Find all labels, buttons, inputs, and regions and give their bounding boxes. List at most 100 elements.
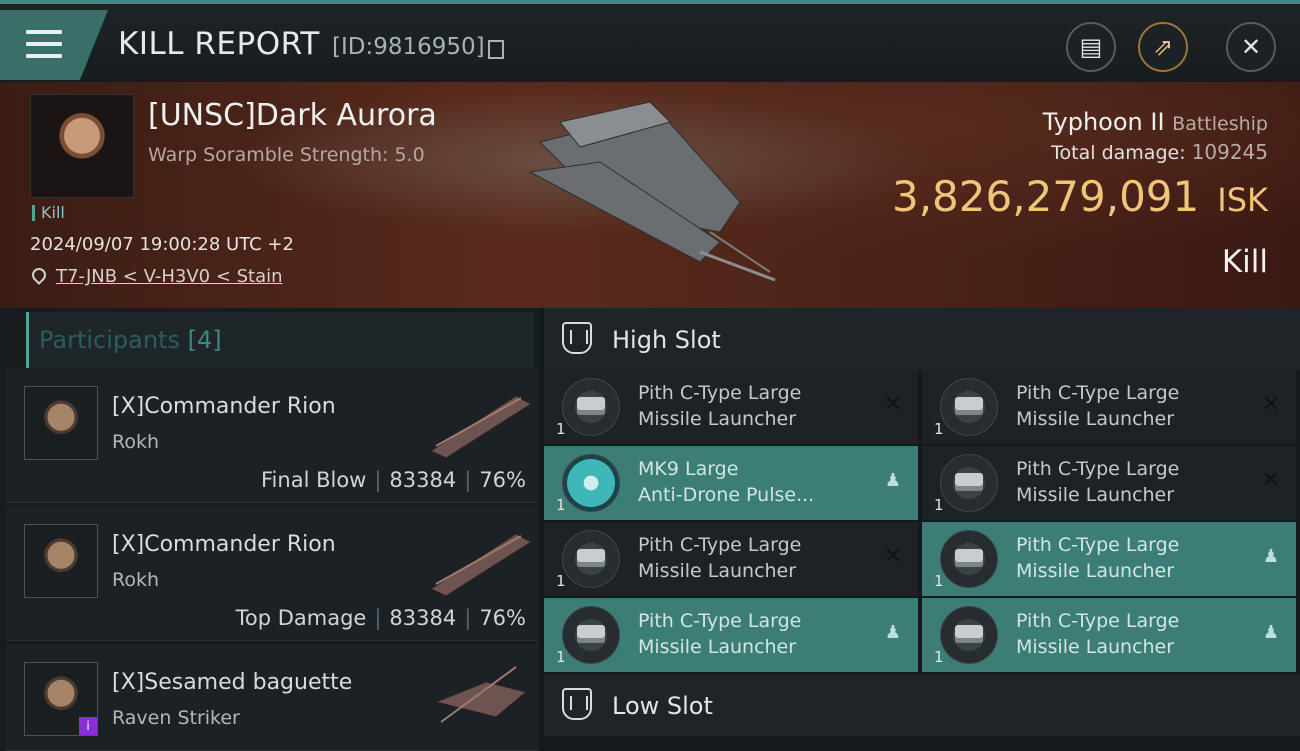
- high-slot-icon: [562, 322, 592, 354]
- avatar: i: [24, 662, 98, 736]
- participant-stats: Top Damage | 83384 | 76%: [236, 606, 526, 630]
- module-item[interactable]: 1 Pith C-Type Large Missile Launcher ♟: [544, 598, 918, 674]
- module-quantity: 1: [934, 648, 944, 666]
- participants-panel: Participants [4] [X]Commander Rion Rokh …: [0, 308, 540, 751]
- isk-value: 3,826,279,091 ISK: [892, 172, 1268, 221]
- kill-datetime: 2024/09/07 19:00:28 UTC +2: [30, 234, 294, 255]
- participants-label: Participants: [39, 326, 180, 354]
- module-item[interactable]: 1 Pith C-Type Large Missile Launcher ✕: [922, 370, 1296, 446]
- result-label: Kill: [1221, 244, 1268, 280]
- participant-row[interactable]: i [X]Sesamed baguette Raven Striker: [6, 644, 538, 751]
- module-name: Pith C-Type Large Missile Launcher: [1016, 610, 1180, 658]
- info-badge-icon: i: [79, 717, 97, 735]
- stat-divider: |: [374, 468, 382, 492]
- total-damage-value: 109245: [1191, 140, 1268, 164]
- module-item[interactable]: 1 Pith C-Type Large Missile Launcher ✕: [544, 370, 918, 446]
- report-id: [ID:9816950]: [332, 34, 485, 60]
- module-name: Pith C-Type Large Missile Launcher: [1016, 458, 1180, 506]
- participant-ship: Rokh: [112, 431, 160, 453]
- copy-icon[interactable]: [488, 40, 504, 59]
- share-button[interactable]: ⇗: [1138, 22, 1188, 72]
- module-item[interactable]: 1 MK9 Large Anti-Drone Pulse... ♟: [544, 446, 918, 522]
- hamburger-icon: [26, 30, 62, 60]
- clipboard-button[interactable]: ▤: [1066, 22, 1116, 72]
- close-button[interactable]: ✕: [1226, 22, 1276, 72]
- isk-unit: ISK: [1217, 181, 1268, 219]
- person-icon: ♟: [1262, 622, 1280, 643]
- low-slot-header: Low Slot: [544, 674, 1300, 736]
- share-icon: ⇗: [1152, 33, 1174, 61]
- module-quantity: 1: [556, 648, 566, 666]
- module-name: Pith C-Type Large Missile Launcher: [1016, 534, 1180, 582]
- participant-ship-image: [429, 533, 532, 596]
- anti-drone-pulse-icon: [562, 454, 620, 512]
- module-name: Pith C-Type Large Missile Launcher: [638, 610, 802, 658]
- participant-damage: 83384: [389, 606, 457, 630]
- missile-launcher-icon: [562, 530, 620, 588]
- participant-name: [X]Sesamed baguette: [112, 670, 353, 695]
- module-item[interactable]: 1 Pith C-Type Large Missile Launcher ✕: [922, 446, 1296, 522]
- high-slot-header: High Slot: [544, 308, 1300, 370]
- participant-ship: Rokh: [112, 569, 160, 591]
- participant-stats: Final Blow | 83384 | 76%: [261, 468, 526, 492]
- module-quantity: 1: [934, 572, 944, 590]
- fitting-panel: High Slot 1 Pith C-Type Large Missile Lau…: [544, 308, 1300, 750]
- menu-button[interactable]: [0, 10, 108, 80]
- module-item[interactable]: 1 Pith C-Type Large Missile Launcher ✕: [544, 522, 918, 598]
- module-quantity: 1: [934, 420, 944, 438]
- module-item[interactable]: 1 Pith C-Type Large Missile Launcher ♟: [922, 598, 1296, 674]
- module-quantity: 1: [934, 496, 944, 514]
- participants-header[interactable]: Participants [4]: [26, 312, 534, 372]
- stat-divider: |: [374, 606, 382, 630]
- missile-launcher-icon: [562, 606, 620, 664]
- ship-type: Typhoon II Battleship: [1043, 108, 1268, 136]
- person-icon: ♟: [884, 622, 902, 643]
- warp-scramble-strength: Warp Soramble Strength: 5.0: [148, 144, 425, 166]
- avatar: [24, 386, 98, 460]
- title-bar: KILL REPORT [ID:9816950] ▤ ⇗ ✕: [0, 0, 1300, 82]
- participant-percent: 76%: [479, 468, 526, 492]
- total-damage: Total damage: 109245: [1051, 140, 1268, 164]
- participant-role: Top Damage: [235, 606, 367, 630]
- low-slot-icon: [562, 688, 592, 720]
- missile-launcher-icon: [940, 606, 998, 664]
- destroyed-icon: ✕: [883, 392, 903, 417]
- ship-image: [528, 102, 776, 282]
- participant-name: [X]Commander Rion: [112, 394, 336, 419]
- high-slot-title: High Slot: [612, 326, 721, 354]
- module-quantity: 1: [556, 420, 566, 438]
- clipboard-icon: ▤: [1079, 33, 1103, 61]
- participant-percent: 76%: [479, 606, 526, 630]
- victim-banner: [UNSC]Dark Aurora Warp Soramble Strength…: [0, 82, 1300, 308]
- victim-portrait[interactable]: [30, 94, 134, 198]
- destroyed-icon: ✕: [1261, 392, 1281, 417]
- victim-name[interactable]: [UNSC]Dark Aurora: [148, 98, 437, 133]
- module-item[interactable]: 1 Pith C-Type Large Missile Launcher ♟: [922, 522, 1296, 598]
- missile-launcher-icon: [562, 378, 620, 436]
- kill-location-link[interactable]: T7-JNB < V-H3V0 < Stain: [29, 265, 283, 287]
- participants-count: [4]: [187, 326, 222, 354]
- page-title: KILL REPORT: [118, 26, 320, 62]
- close-icon: ✕: [1240, 33, 1262, 61]
- location-pin-icon: [29, 265, 49, 285]
- module-name: Pith C-Type Large Missile Launcher: [638, 534, 802, 582]
- participant-role: Final Blow: [261, 468, 367, 492]
- missile-launcher-icon: [940, 378, 998, 436]
- ship-name: Typhoon II: [1042, 108, 1165, 136]
- participant-row[interactable]: [X]Commander Rion Rokh Top Damage | 83384 |…: [6, 506, 538, 641]
- participant-name: [X]Commander Rion: [112, 532, 336, 557]
- participant-ship: Raven Striker: [112, 707, 240, 729]
- module-name: Pith C-Type Large Missile Launcher: [1016, 382, 1180, 430]
- module-quantity: 1: [556, 496, 566, 514]
- stat-divider: |: [464, 468, 472, 492]
- participant-row[interactable]: [X]Commander Rion Rokh Final Blow | 83384 |…: [6, 368, 538, 503]
- participant-damage: 83384: [389, 468, 457, 492]
- low-slot-title: Low Slot: [612, 692, 713, 720]
- person-icon: ♟: [884, 470, 902, 491]
- location-text: T7-JNB < V-H3V0 < Stain: [56, 266, 283, 287]
- module-name: Pith C-Type Large Missile Launcher: [638, 382, 802, 430]
- destroyed-icon: ✕: [883, 544, 903, 569]
- module-name: MK9 Large Anti-Drone Pulse...: [638, 458, 815, 506]
- total-damage-label: Total damage:: [1051, 142, 1186, 164]
- missile-launcher-icon: [940, 454, 998, 512]
